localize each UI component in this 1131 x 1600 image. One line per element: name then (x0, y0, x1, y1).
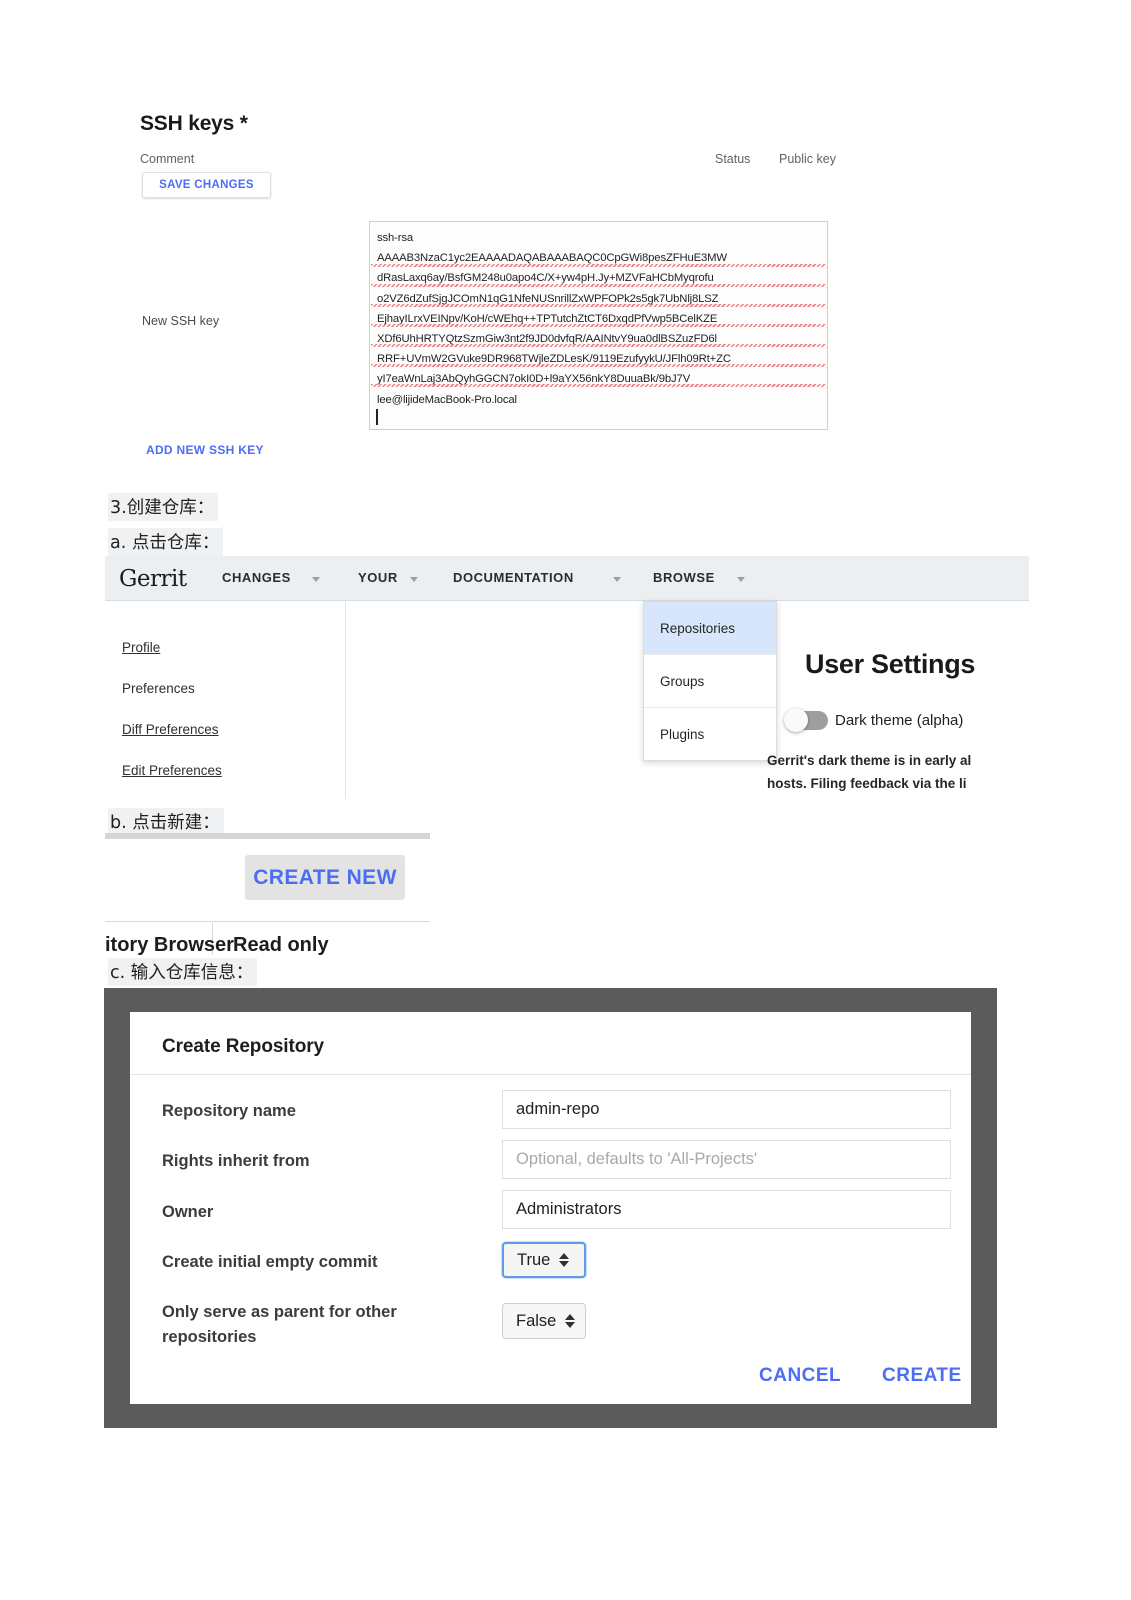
spinner-arrows-icon[interactable] (565, 1314, 576, 1328)
column-header-status: Status (715, 152, 751, 166)
dark-theme-description-line-1: Gerrit's dark theme is in early al (767, 753, 972, 768)
select-value: True (517, 1250, 551, 1269)
spellcheck-underline (371, 304, 826, 307)
cancel-button[interactable]: CANCEL (759, 1365, 841, 1387)
dialog-title-divider (130, 1074, 971, 1075)
chevron-down-icon[interactable] (312, 577, 320, 582)
sidebar-item-diff-preferences[interactable]: Diff Preferences (122, 722, 219, 737)
chevron-down-icon[interactable] (410, 577, 418, 582)
sidebar-item-profile[interactable]: Profile (122, 640, 160, 655)
browse-dropdown-menu: Repositories Groups Plugins (643, 601, 777, 761)
create-repository-dialog-frame: Create Repository Repository name admin-… (104, 988, 997, 1428)
ssh-key-value: ssh-rsa AAAAB3NzaC1yc2EAAAADAQABAAABAQC0… (377, 232, 731, 406)
rights-inherit-from-input[interactable]: Optional, defaults to 'All-Projects' (502, 1140, 951, 1179)
annotation-step-3b: b. 点击新建： (108, 808, 224, 836)
dark-theme-toggle-knob[interactable] (784, 708, 808, 732)
spellcheck-underline (371, 264, 826, 267)
spellcheck-underline (371, 324, 826, 327)
create-initial-empty-commit-select[interactable]: True (502, 1242, 586, 1278)
only-serve-as-parent-select[interactable]: False (502, 1303, 586, 1339)
sidebar-item-edit-preferences[interactable]: Edit Preferences (122, 763, 222, 778)
spellcheck-underline (371, 364, 826, 367)
nav-item-browse[interactable]: BROWSE (653, 570, 715, 585)
save-changes-button[interactable]: SAVE CHANGES (142, 172, 271, 198)
spinner-arrows-icon[interactable] (559, 1253, 570, 1267)
dialog-title: Create Repository (162, 1036, 324, 1057)
field-label-rights-inherit-from: Rights inherit from (162, 1152, 310, 1170)
new-ssh-key-label: New SSH key (142, 314, 220, 328)
chevron-down-icon[interactable] (737, 577, 745, 582)
dark-theme-label: Dark theme (alpha) (835, 712, 964, 729)
annotation-step-3a: a. 点击仓库： (108, 528, 224, 556)
field-label-only-serve-as-parent: Only serve as parent for other repositor… (162, 1303, 397, 1346)
table-column-repository-browser: itory Browser (105, 934, 234, 955)
repository-name-input[interactable]: admin-repo (502, 1090, 951, 1129)
annotation-step-3: 3.创建仓库： (108, 493, 219, 521)
owner-input[interactable]: Administrators (502, 1190, 951, 1229)
column-header-public-key: Public key (779, 152, 836, 166)
dropdown-item-groups[interactable]: Groups (644, 655, 776, 708)
field-label-owner: Owner (162, 1203, 214, 1221)
sidebar-item-preferences[interactable]: Preferences (122, 681, 195, 696)
field-label-create-initial-empty-commit: Create initial empty commit (162, 1253, 378, 1271)
spellcheck-underline (371, 384, 826, 387)
nav-item-your[interactable]: YOUR (358, 570, 398, 585)
chevron-down-icon[interactable] (613, 577, 621, 582)
spellcheck-underline (371, 284, 826, 287)
create-new-screenshot: CREATE NEW itory Browser Read only (105, 833, 430, 955)
ssh-keys-heading: SSH keys * (140, 112, 248, 135)
annotation-step-3c: c. 输入仓库信息： (108, 958, 258, 986)
gerrit-navigation-screenshot: Gerrit CHANGES YOUR DOCUMENTATION BROWSE… (105, 556, 1029, 799)
ssh-keys-screenshot: SSH keys * Comment Status Public key SAV… (0, 0, 1131, 470)
add-new-ssh-key-button[interactable]: ADD NEW SSH KEY (146, 443, 264, 457)
spellcheck-underline (371, 344, 826, 347)
create-new-button[interactable]: CREATE NEW (245, 855, 405, 900)
select-value: False (516, 1311, 557, 1330)
nav-item-documentation[interactable]: DOCUMENTATION (453, 570, 574, 585)
page-title: User Settings (805, 649, 976, 679)
nav-item-changes[interactable]: CHANGES (222, 570, 291, 585)
field-label-repository-name: Repository name (162, 1102, 296, 1120)
create-button[interactable]: CREATE (882, 1365, 962, 1387)
table-column-read-only: Read only (233, 934, 329, 955)
dark-theme-description-line-2: hosts. Filing feedback via the li (767, 776, 967, 791)
gerrit-logo[interactable]: Gerrit (119, 566, 187, 592)
create-repository-dialog: Create Repository Repository name admin-… (130, 1012, 971, 1404)
column-header-comment: Comment (140, 152, 195, 166)
text-cursor (376, 409, 378, 425)
dropdown-item-plugins[interactable]: Plugins (644, 708, 776, 760)
dropdown-item-repositories[interactable]: Repositories (644, 602, 776, 655)
toolbar-strip (105, 833, 430, 839)
